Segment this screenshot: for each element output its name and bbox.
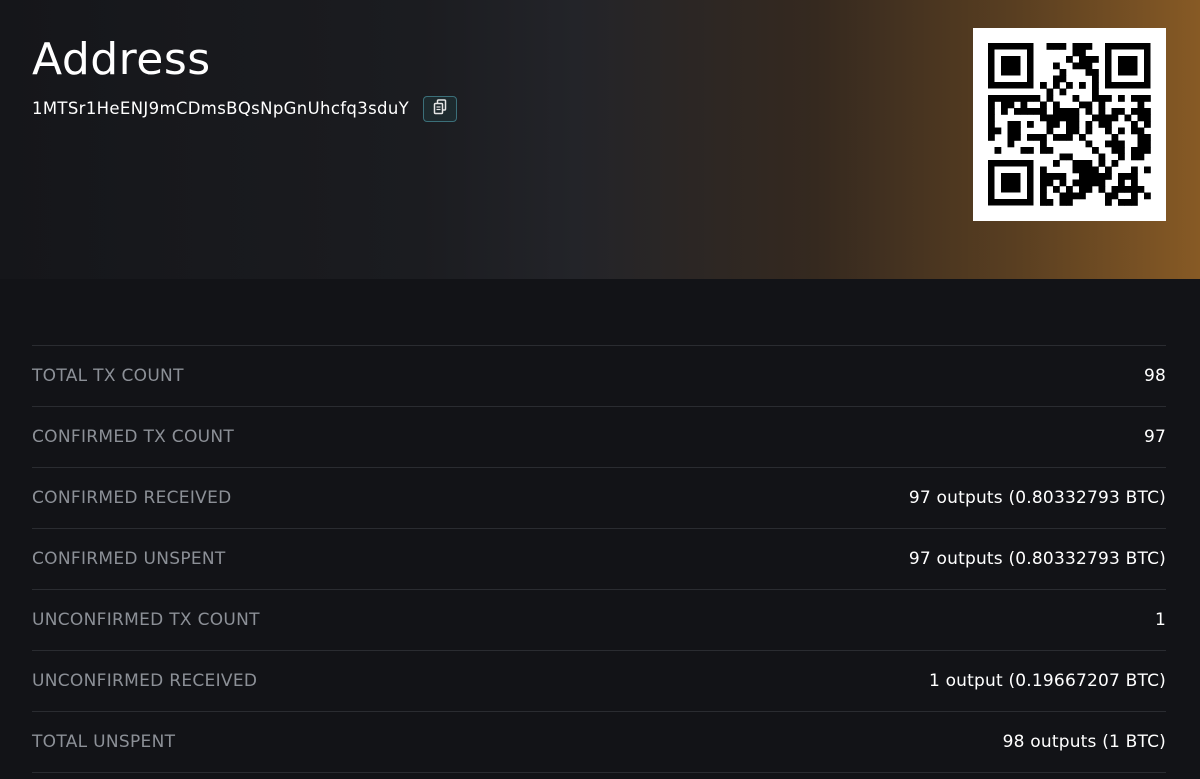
stat-row-total-unspent: TOTAL UNSPENT 98 outputs (1 BTC) — [32, 711, 1166, 773]
qr-code-icon — [988, 43, 1151, 206]
address-header: Address 1MTSr1HeENJ9mCDmsBQsNpGnUhcfq3sd… — [0, 0, 1200, 279]
stat-label: CONFIRMED TX COUNT — [32, 427, 235, 447]
address-value[interactable]: 1MTSr1HeENJ9mCDmsBQsNpGnUhcfq3sduY — [32, 96, 409, 122]
address-qr-code — [973, 28, 1166, 221]
stat-value: 1 — [1154, 610, 1166, 630]
address-stats-table: TOTAL TX COUNT 98 CONFIRMED TX COUNT 97 … — [32, 345, 1166, 773]
stat-label: CONFIRMED UNSPENT — [32, 549, 226, 569]
stat-row-confirmed-unspent: CONFIRMED UNSPENT 97 outputs (0.80332793… — [32, 528, 1166, 589]
stat-value: 97 outputs (0.80332793 BTC) — [908, 549, 1166, 569]
page-title: Address — [32, 34, 211, 85]
stat-row-total-tx-count: TOTAL TX COUNT 98 — [32, 345, 1166, 406]
stat-row-confirmed-received: CONFIRMED RECEIVED 97 outputs (0.8033279… — [32, 467, 1166, 528]
address-row: 1MTSr1HeENJ9mCDmsBQsNpGnUhcfq3sduY — [32, 96, 458, 122]
stat-label: UNCONFIRMED RECEIVED — [32, 671, 258, 691]
stat-label: CONFIRMED RECEIVED — [32, 488, 232, 508]
stat-label: TOTAL UNSPENT — [32, 732, 176, 752]
stat-row-unconfirmed-received: UNCONFIRMED RECEIVED 1 output (0.1966720… — [32, 650, 1166, 711]
stat-value: 98 — [1143, 366, 1166, 386]
stat-label: TOTAL TX COUNT — [32, 366, 184, 386]
stat-value: 97 outputs (0.80332793 BTC) — [908, 488, 1166, 508]
stat-value: 1 output (0.19667207 BTC) — [928, 671, 1166, 691]
stat-row-confirmed-tx-count: CONFIRMED TX COUNT 97 — [32, 406, 1166, 467]
copy-icon — [433, 99, 447, 119]
stat-value: 98 outputs (1 BTC) — [1002, 732, 1166, 752]
stat-row-unconfirmed-tx-count: UNCONFIRMED TX COUNT 1 — [32, 589, 1166, 650]
stat-value: 97 — [1143, 427, 1166, 447]
stat-label: UNCONFIRMED TX COUNT — [32, 610, 260, 630]
copy-address-button[interactable] — [423, 96, 458, 122]
